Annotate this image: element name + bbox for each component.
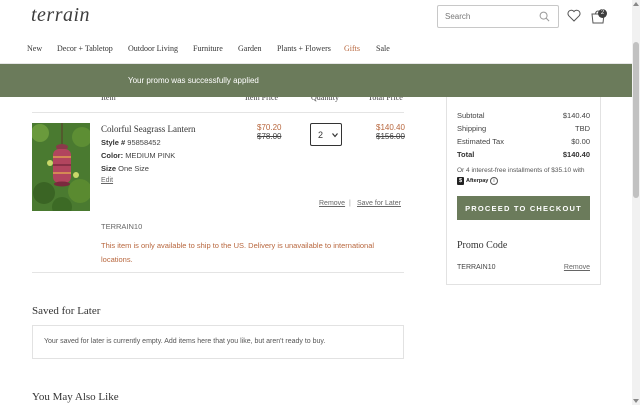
scroll-down-arrow[interactable] [633,399,639,403]
saved-for-later-empty-box: Your saved for later is currently empty.… [32,325,404,359]
main-nav: New Decor + Tabletop Outdoor Living Furn… [0,34,632,64]
link-separator: | [349,200,351,207]
summary-estimated-tax: Estimated Tax $0.00 [457,137,590,146]
cart-count-badge: 2 [598,9,607,18]
applied-promo-code: TERRAIN10 [457,264,496,271]
item-original-price: $78.00 [257,132,282,141]
product-size: Size One Size [101,164,149,173]
divider [32,112,404,113]
saved-for-later-empty-message: Your saved for later is currently empty.… [44,338,326,345]
line-total-sale: $140.40 [376,123,405,132]
quantity-value: 2 [318,130,324,140]
info-icon[interactable]: i [490,177,498,185]
nav-plants-flowers[interactable]: Plants + Flowers [277,44,331,53]
lantern-photo [32,123,90,211]
page-scrollbar[interactable] [632,0,640,405]
product-image[interactable] [32,123,90,211]
promo-code-title: Promo Code [457,240,508,251]
item-sale-price: $70.20 [257,123,282,132]
afterpay-logo: $ Afterpay [457,177,489,185]
scroll-thumb[interactable] [633,42,639,198]
product-style: Style # 95858452 [101,138,161,147]
search-input[interactable] [445,6,537,27]
remove-item-link[interactable]: Remove [319,200,345,207]
afterpay-message: Or 4 interest-free installments of $35.1… [457,167,585,174]
shipping-restriction-message: This item is only available to ship to t… [101,241,375,264]
site-header: terrain 2 [0,0,632,34]
save-for-later-link[interactable]: Save for Later [357,200,401,207]
promo-success-banner: Your promo was successfully applied [0,64,632,97]
nav-outdoor-living[interactable]: Outdoor Living [128,44,178,53]
item-promo-code: TERRAIN10 [101,222,143,231]
afterpay-icon: $ [457,177,464,185]
scroll-up-arrow[interactable] [633,2,639,6]
nav-sale[interactable]: Sale [376,44,390,53]
line-total-original: $156.00 [376,132,405,141]
you-may-also-like-title: You May Also Like [32,391,119,403]
nav-gifts[interactable]: Gifts [344,44,360,53]
nav-furniture[interactable]: Furniture [193,44,223,53]
chevron-down-icon [332,133,338,138]
proceed-to-checkout-button[interactable]: PROCEED TO CHECKOUT [457,196,590,220]
summary-total: Total $140.40 [457,150,590,159]
search-icon[interactable] [539,11,550,22]
product-name[interactable]: Colorful Seagrass Lantern [101,124,195,134]
terrain-logo[interactable]: terrain [31,4,90,27]
nav-decor-tabletop[interactable]: Decor + Tabletop [57,44,113,53]
nav-garden[interactable]: Garden [238,44,262,53]
summary-shipping: Shipping TBD [457,124,590,133]
remove-promo-link[interactable]: Remove [564,264,590,271]
quantity-select[interactable]: 2 [310,123,342,146]
summary-subtotal: Subtotal $140.40 [457,111,590,120]
nav-new[interactable]: New [27,44,42,53]
edit-item-link[interactable]: Edit [101,177,113,184]
promo-success-message: Your promo was successfully applied [128,76,259,85]
search-box[interactable] [437,5,559,28]
product-color: Color: MEDIUM PINK [101,151,176,160]
divider [32,272,404,273]
order-summary: Subtotal $140.40 Shipping TBD Estimated Ta… [446,97,601,285]
wishlist-heart-icon[interactable] [567,9,581,22]
saved-for-later-title: Saved for Later [32,305,101,317]
